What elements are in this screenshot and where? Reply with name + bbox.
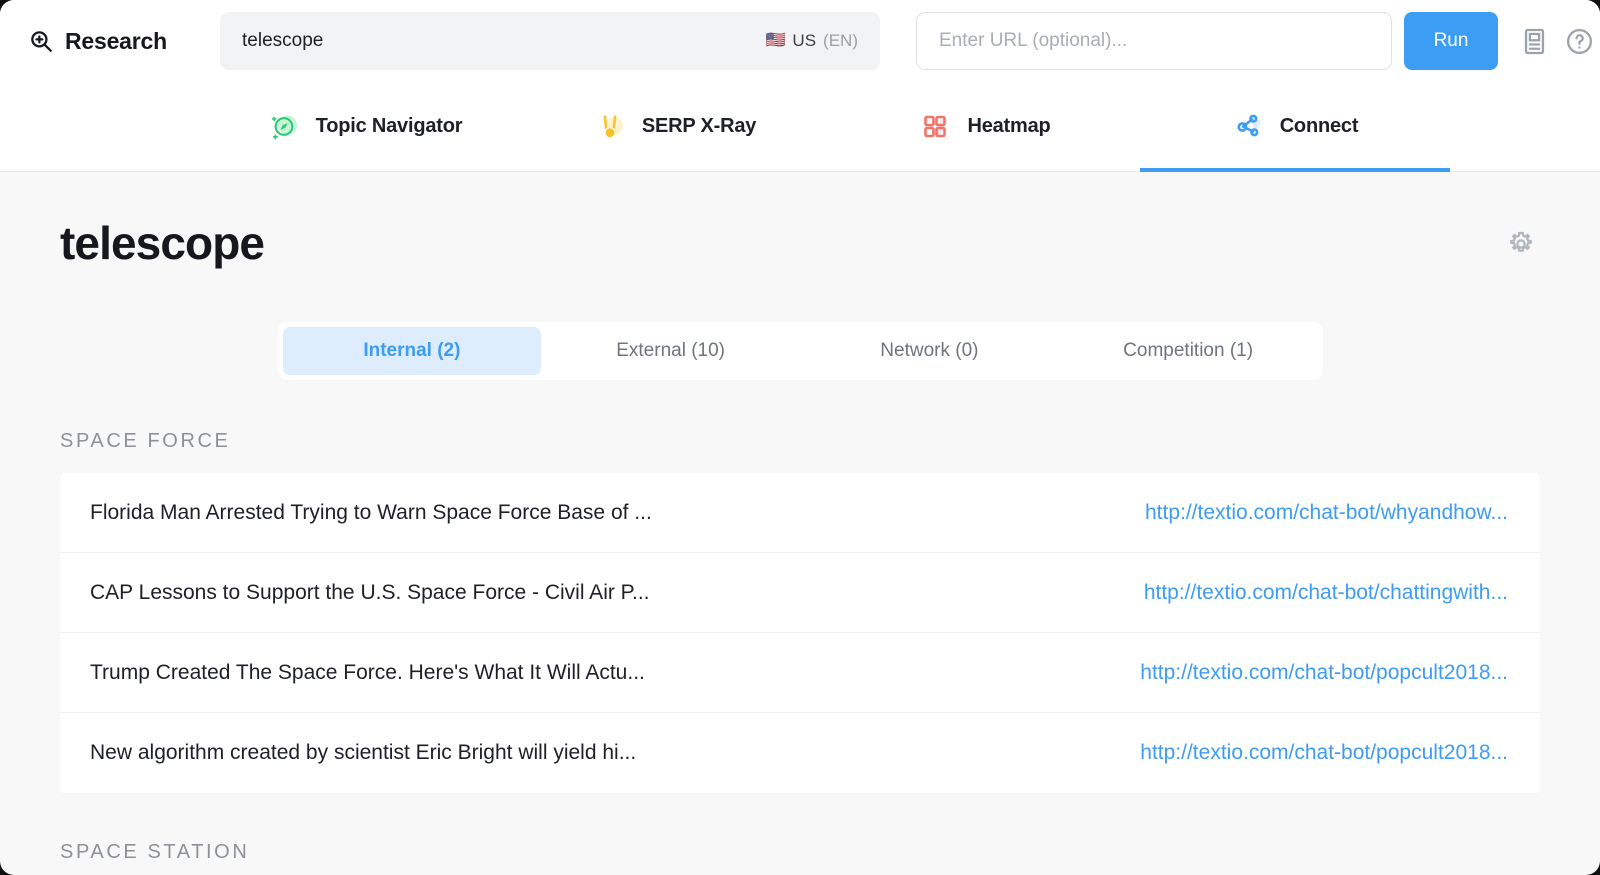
table-row[interactable]: Florida Man Arrested Trying to Warn Spac… <box>60 473 1540 553</box>
url-input[interactable] <box>939 30 1369 52</box>
locale-country: US <box>792 31 817 50</box>
row-title: CAP Lessons to Support the U.S. Space Fo… <box>90 580 650 604</box>
tab-label: Connect <box>1279 115 1359 137</box>
row-url[interactable]: http://textio.com/chat-bot/popcult2018..… <box>1140 741 1508 765</box>
brand-name: Research <box>65 27 167 54</box>
row-url[interactable]: http://textio.com/chat-bot/popcult2018..… <box>1140 661 1508 685</box>
tab-internal[interactable]: Internal (2) <box>282 327 542 375</box>
tab-serp-x-ray[interactable]: SERP X-Ray <box>520 82 830 171</box>
results-list: Florida Man Arrested Trying to Warn Spac… <box>60 473 1540 793</box>
zoom-in-magnifier-icon <box>31 31 52 52</box>
row-url[interactable]: http://textio.com/chat-bot/whyandhow... <box>1145 501 1508 525</box>
tab-label: Topic Navigator <box>315 115 463 137</box>
row-title: New algorithm created by scientist Eric … <box>90 741 637 764</box>
url-input-wrapper[interactable] <box>916 12 1392 70</box>
app-window: Research telescope 🇺🇸 US (EN) Run <box>0 0 1600 875</box>
tab-heatmap[interactable]: Heatmap <box>830 82 1140 171</box>
result-scope-tabs: Internal (2) External (10) Network (0) C… <box>277 322 1323 380</box>
top-bar: Research telescope 🇺🇸 US (EN) Run <box>0 0 1600 82</box>
page-header: telescope <box>60 216 1540 270</box>
brand: Research <box>28 28 218 55</box>
row-title: Trump Created The Space Force. Here's Wh… <box>90 660 645 684</box>
tab-label: Heatmap <box>967 115 1051 137</box>
tab-network[interactable]: Network (0) <box>800 327 1059 375</box>
keyword-input[interactable]: telescope 🇺🇸 US (EN) <box>220 12 880 70</box>
tab-topic-navigator[interactable]: Topic Navigator <box>210 82 520 171</box>
table-row[interactable]: New algorithm created by scientist Eric … <box>60 713 1540 793</box>
group-heading-space-station: SPACE STATION <box>60 841 250 863</box>
run-button[interactable]: Run <box>1404 12 1498 70</box>
gear-icon[interactable] <box>1507 230 1535 258</box>
tab-external[interactable]: External (10) <box>541 327 800 375</box>
locale-language: (EN) <box>823 31 858 50</box>
keyword-value: telescope <box>242 30 324 51</box>
article-icon[interactable] <box>1520 27 1549 56</box>
page-title: telescope <box>60 217 265 269</box>
grid-squares-icon <box>924 115 947 137</box>
tab-label: SERP X-Ray <box>641 115 757 137</box>
row-url[interactable]: http://textio.com/chat-bot/chattingwith.… <box>1144 581 1508 605</box>
tab-connect[interactable]: Connect <box>1140 82 1450 172</box>
node-graph-icon <box>1237 114 1261 136</box>
row-title: Florida Man Arrested Trying to Warn Spac… <box>90 500 652 524</box>
us-flag-icon: 🇺🇸 <box>765 32 786 49</box>
help-circle-icon[interactable] <box>1565 27 1594 56</box>
table-row[interactable]: CAP Lessons to Support the U.S. Space Fo… <box>60 553 1540 633</box>
table-row[interactable]: Trump Created The Space Force. Here's Wh… <box>60 633 1540 713</box>
compass-icon <box>271 115 297 139</box>
tab-competition[interactable]: Competition (1) <box>1059 327 1318 375</box>
module-tabs: Topic Navigator SERP X-Ray Heatmap Conne… <box>0 82 1600 172</box>
medal-icon <box>603 115 623 137</box>
top-bar-icons <box>1520 27 1594 56</box>
main-content: telescope Internal (2) External (10) Net… <box>0 172 1600 864</box>
group-heading-space-force: SPACE FORCE <box>60 430 231 452</box>
locale-selector[interactable]: 🇺🇸 US (EN) <box>766 31 859 51</box>
